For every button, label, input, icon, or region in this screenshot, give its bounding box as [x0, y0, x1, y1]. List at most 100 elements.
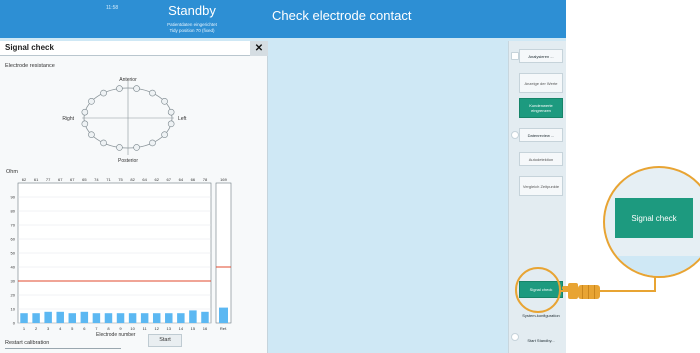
x-tick-label: 4	[59, 326, 62, 331]
checkbox-data-review[interactable]	[511, 131, 519, 139]
electrode-resistance-label: Electrode resistance	[5, 63, 55, 69]
right-label: Right	[62, 116, 74, 122]
bar-top-label: 64	[179, 177, 184, 182]
bar-electrode-4	[56, 311, 64, 323]
x-tick-label: 7	[95, 326, 98, 331]
electrode-node	[116, 144, 123, 151]
electrode-node	[81, 108, 89, 116]
y-tick-label: 70	[11, 223, 16, 228]
x-tick-label: 5	[71, 326, 74, 331]
bar-electrode-8	[104, 313, 113, 323]
zoom-signal-check-button: Signal check	[615, 198, 693, 238]
electrode-number-label: Electrode number	[96, 332, 136, 338]
page-title: Check electrode contact	[272, 8, 412, 23]
bar-top-label: 64	[142, 177, 147, 182]
resistance-bar-chart: 62 61 77 67 67 65 74 71 75 82 64 62 67 64 66 78 1234567…	[11, 177, 232, 331]
clock-time: 11:58	[106, 5, 119, 11]
electrode-node	[161, 131, 168, 138]
y-tick-label: 80	[11, 209, 16, 214]
x-tick-label: 15	[191, 326, 196, 331]
ref-bar	[219, 307, 228, 323]
y-tick-label: 20	[11, 293, 16, 298]
device-screen: 11:58 Standby Patientdaten eingerichtet …	[0, 0, 566, 353]
bar-electrode-11	[140, 313, 149, 323]
x-tick-label: 16	[203, 326, 208, 331]
electrode-node	[88, 98, 95, 105]
zoom-callout: Signal check	[603, 166, 700, 278]
electrode-node	[81, 120, 89, 128]
zoom-background	[605, 256, 700, 276]
close-icon[interactable]: ✕	[250, 41, 268, 56]
bar-top-label: 74	[94, 177, 99, 182]
start-button[interactable]: Start	[148, 334, 182, 347]
electrode-node	[167, 120, 175, 128]
restart-calibration-label: Restart calibration	[5, 340, 50, 346]
start-standby-button[interactable]: Start Standby...	[519, 331, 563, 349]
bar-electrode-13	[165, 313, 173, 323]
ref-label: Ref.	[220, 326, 227, 331]
y-tick-label: 30	[11, 279, 16, 284]
panel-title-bar: Signal check ✕	[0, 41, 268, 56]
bar-top-label: 77	[46, 177, 51, 182]
electrode-node	[88, 131, 95, 138]
bar-top-label: 71	[106, 177, 111, 182]
bar-electrode-9	[116, 313, 125, 323]
bar-electrode-12	[152, 313, 161, 323]
x-tick-label: 13	[167, 326, 172, 331]
electrode-node	[133, 144, 140, 151]
checkbox-standby[interactable]	[511, 333, 519, 341]
data-review-button[interactable]: Datenreview ...	[519, 128, 563, 142]
x-tick-label: 3	[47, 326, 50, 331]
x-tick-label: 2	[35, 326, 38, 331]
bar-electrode-1	[20, 313, 28, 323]
x-tick-label: 8	[107, 326, 110, 331]
bar-top-label: 82	[130, 177, 135, 182]
y-tick-label: 40	[11, 265, 16, 270]
x-tick-label: 9	[119, 326, 122, 331]
bar-electrode-2	[32, 313, 40, 323]
x-tick-label: 1	[23, 326, 26, 331]
bar-electrode-7	[92, 313, 101, 323]
electrode-node	[149, 89, 156, 97]
electrode-node	[100, 89, 107, 97]
highlight-circle	[515, 267, 561, 313]
y-tick-label: 60	[11, 237, 16, 242]
bar-top-label: 65	[82, 177, 87, 182]
panel-title: Signal check	[5, 43, 54, 52]
electrode-node	[133, 85, 140, 92]
left-label: Left	[178, 116, 187, 122]
posterior-label: Posterior	[118, 158, 138, 164]
autodetect-button[interactable]: Autodetektion	[519, 152, 563, 166]
bar-electrode-14	[177, 313, 185, 323]
x-tick-label: 6	[83, 326, 86, 331]
y-tick-label: 90	[11, 195, 16, 200]
y-tick-label: 0	[13, 321, 16, 326]
checkbox-analysis[interactable]	[511, 52, 519, 60]
divider	[5, 348, 121, 349]
bar-electrode-6	[80, 311, 89, 323]
compare-button[interactable]: Vergleich Zeitpunkte	[519, 176, 563, 196]
bar-top-label: 75	[118, 177, 123, 182]
electrode-ring-diagram: Anterior Posterior Right Left	[62, 77, 187, 164]
bar-top-label: 78	[203, 177, 208, 182]
bar-electrode-10	[128, 313, 137, 323]
status-subtitle-2: Tidy position 70 (fixed)	[169, 28, 215, 33]
analysis-button[interactable]: Analysieren ...	[519, 49, 563, 63]
x-tick-label: 10	[130, 326, 135, 331]
show-values-button[interactable]: Anzeige der Werte	[519, 73, 563, 93]
y-tick-label: 50	[11, 251, 16, 256]
bar-top-label: 67	[58, 177, 63, 182]
bar-electrode-15	[189, 310, 197, 323]
bar-electrode-16	[201, 311, 209, 323]
status-subtitle-1: Patientdaten eingerichtet	[167, 22, 217, 27]
x-tick-label: 11	[143, 326, 148, 331]
electrode-node	[116, 85, 123, 92]
electrode-node	[149, 139, 156, 147]
bar-top-label: 66	[191, 177, 196, 182]
electrode-node	[100, 139, 107, 147]
bar-top-label: 62	[154, 177, 159, 182]
custom-values-button[interactable]: Kundenwerte eingrenzen	[519, 98, 563, 118]
pointing-hand-icon	[562, 283, 600, 299]
anterior-label: Anterior	[119, 77, 137, 83]
x-tick-label: 14	[179, 326, 184, 331]
